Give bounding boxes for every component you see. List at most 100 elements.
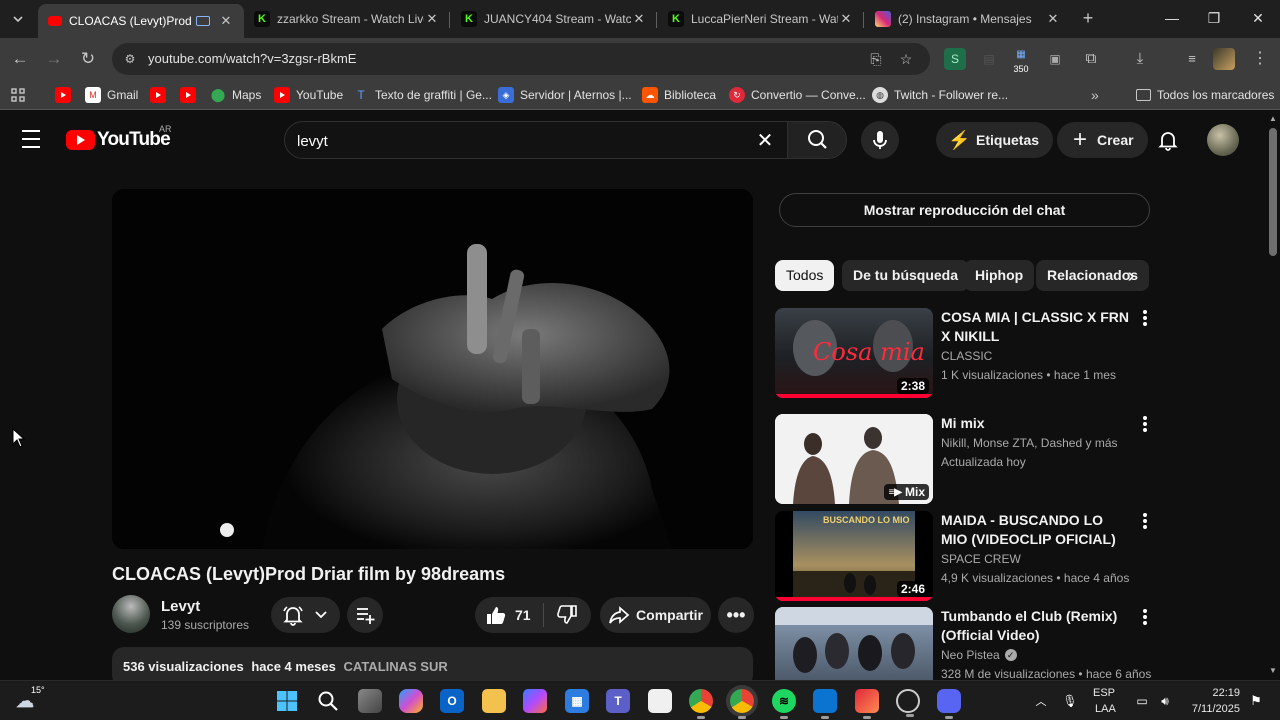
recommendation-title[interactable]: MAIDA - BUSCANDO LO MIO (VIDEOCLIP OFICI…	[941, 511, 1131, 549]
tab-youtube-video[interactable]: CLOACAS (Levyt)Prod D ✕	[38, 4, 244, 38]
file-explorer-icon[interactable]	[482, 689, 506, 713]
spotify-icon[interactable]: ≋	[772, 689, 796, 719]
hamburger-menu-icon[interactable]	[22, 130, 46, 150]
microsoft-store-icon[interactable]: ▦	[565, 689, 589, 713]
bookmark-star-icon[interactable]: ☆	[896, 49, 916, 69]
taskbar-search-button[interactable]	[316, 689, 340, 713]
recommendation-channel[interactable]: SPACE CREW	[941, 552, 1021, 566]
notification-settings-button[interactable]	[271, 597, 340, 633]
more-vertical-icon[interactable]	[1140, 513, 1150, 533]
url-text[interactable]: youtube.com/watch?v=3zgsr-rBkmE	[148, 51, 356, 66]
close-tab-icon[interactable]: ✕	[1045, 11, 1061, 27]
app-icon-red[interactable]	[855, 689, 879, 719]
more-vertical-icon[interactable]	[1140, 416, 1150, 436]
dislike-button[interactable]	[556, 604, 578, 626]
network-icon[interactable]: ▭	[1130, 689, 1154, 713]
close-tab-icon[interactable]: ✕	[424, 11, 440, 27]
share-button[interactable]: Compartir	[600, 597, 711, 633]
notifications-bell-icon[interactable]	[1156, 128, 1180, 152]
scroll-down-icon[interactable]: ▼	[1269, 666, 1277, 675]
volume-icon[interactable]: 🔊︎	[1153, 689, 1177, 713]
like-button[interactable]: 71	[485, 604, 531, 626]
obs-icon[interactable]	[896, 689, 920, 717]
voice-search-button[interactable]	[861, 121, 899, 159]
close-window-button[interactable]: ✕	[1243, 6, 1273, 30]
notepad-icon[interactable]	[648, 689, 672, 713]
location-tag[interactable]: CATALINAS SUR	[344, 659, 448, 674]
bookmark-youtube-3[interactable]	[180, 85, 202, 105]
chip-all[interactable]: Todos	[775, 260, 835, 291]
outlook-icon[interactable]: O	[440, 689, 464, 713]
microsoft-365-icon[interactable]	[523, 689, 547, 713]
labels-button[interactable]: ⚡ Etiquetas	[936, 122, 1054, 158]
recommendation-thumbnail[interactable]	[775, 607, 933, 680]
search-input[interactable]	[297, 131, 737, 151]
scrubber-handle[interactable]	[220, 523, 234, 537]
channel-avatar[interactable]	[112, 595, 150, 633]
address-bar[interactable]: ⚙ youtube.com/watch?v=3zgsr-rBkmE ⎘ ☆	[112, 43, 930, 75]
recommendation-thumbnail[interactable]: Cosa mia 2:38	[775, 308, 933, 398]
more-vertical-icon[interactable]	[1140, 609, 1150, 629]
chip-scroll-next-icon[interactable]: ›	[1118, 264, 1144, 290]
extension-s-icon[interactable]: S	[944, 48, 966, 70]
recommendation-item[interactable]: BUSCANDO LO MIO 2:46 MAIDA - BUSCANDO LO…	[775, 511, 1155, 605]
back-button[interactable]: ←	[8, 47, 32, 71]
extension-counter-icon[interactable]: ▦ 350	[1010, 48, 1032, 74]
recommendation-channel[interactable]: Neo Pistea	[941, 648, 1000, 662]
tab-zzarkko[interactable]: K zzarkko Stream - Watch Live ✕	[244, 4, 450, 34]
forward-button[interactable]: →	[42, 47, 66, 71]
menu-kebab-icon[interactable]: ⋮	[1249, 48, 1271, 70]
save-to-playlist-button[interactable]	[347, 597, 383, 633]
recommendation-item[interactable]: Cosa mia 2:38 COSA MIA | CLASSIC X FRN X…	[775, 308, 1155, 402]
clock-date[interactable]: 7/11/2025	[1180, 703, 1240, 715]
show-chat-replay-button[interactable]: Mostrar reproducción del chat	[779, 193, 1150, 227]
scrollbar-thumb[interactable]	[1269, 128, 1277, 256]
more-bookmarks-icon[interactable]: »	[1091, 85, 1099, 105]
weather-widget[interactable]: ☁ 15°	[16, 685, 60, 713]
chip-from-search[interactable]: De tu búsqueda	[842, 260, 970, 291]
copilot-icon[interactable]	[399, 689, 423, 713]
close-tab-icon[interactable]: ✕	[218, 13, 234, 29]
recommendation-channel[interactable]: CLASSIC	[941, 349, 992, 363]
recommendation-thumbnail[interactable]: ≡▶ Mix	[775, 414, 933, 504]
task-view-icon[interactable]	[358, 689, 382, 713]
channel-name[interactable]: Levyt	[161, 598, 200, 615]
bookmark-youtube-1[interactable]	[55, 85, 77, 105]
more-actions-button[interactable]: •••	[718, 597, 754, 633]
bookmark-gmail[interactable]: M Gmail	[85, 85, 138, 105]
chrome-active-icon[interactable]	[730, 689, 754, 719]
profile-avatar-icon[interactable]	[1213, 48, 1235, 70]
bookmark-convertio[interactable]: ↻ Convertio — Conve...	[729, 85, 866, 105]
scroll-up-icon[interactable]: ▲	[1269, 114, 1277, 123]
site-info-icon[interactable]: ⚙	[122, 51, 138, 67]
bookmark-biblioteca[interactable]: ☁ Biblioteca	[642, 85, 716, 105]
clear-search-icon[interactable]: ✕	[753, 129, 777, 153]
tab-search-button[interactable]	[6, 8, 30, 30]
recommendation-item[interactable]: ≡▶ Mix Mi mix Nikill, Monse ZTA, Dashed …	[775, 414, 1155, 508]
bookmark-twitch[interactable]: ◍ Twitch - Follower re...	[872, 85, 1008, 105]
page-scrollbar[interactable]: ▲ ▼	[1266, 110, 1280, 680]
new-tab-button[interactable]: +	[1078, 8, 1098, 28]
recommendation-title[interactable]: Tumbando el Club (Remix) (Official Video…	[941, 607, 1131, 645]
reload-button[interactable]: ↻	[76, 47, 100, 71]
bookmark-aternos[interactable]: ◈ Servidor | Aternos |...	[498, 85, 632, 105]
chrome-icon[interactable]	[689, 689, 713, 719]
all-bookmarks-folder[interactable]: Todos los marcadores	[1136, 85, 1274, 105]
bookmark-youtube-2[interactable]	[150, 85, 172, 105]
youtube-logo[interactable]: YouTube AR	[66, 124, 172, 151]
recommendation-title[interactable]: COSA MIA | CLASSIC X FRN X NIKILL	[941, 308, 1131, 346]
video-player[interactable]	[112, 189, 753, 549]
bookmark-youtube-named[interactable]: YouTube	[274, 85, 343, 105]
search-box[interactable]: ✕	[284, 121, 788, 159]
bookmark-maps[interactable]: ⬤ Maps	[210, 85, 262, 105]
bookmark-graffiti[interactable]: T Texto de graffiti | Ge...	[353, 85, 492, 105]
close-tab-icon[interactable]: ✕	[631, 11, 647, 27]
minimize-button[interactable]: —	[1157, 6, 1187, 30]
chip-hiphop[interactable]: Hiphop	[964, 260, 1035, 291]
extension-disabled-icon[interactable]: ▤	[978, 48, 1000, 70]
apps-icon[interactable]	[10, 85, 26, 105]
recommendation-title[interactable]: Mi mix	[941, 414, 1131, 433]
recommendation-item[interactable]: Tumbando el Club (Remix) (Official Video…	[775, 607, 1155, 680]
search-button[interactable]	[787, 121, 847, 159]
close-tab-icon[interactable]: ✕	[838, 11, 854, 27]
